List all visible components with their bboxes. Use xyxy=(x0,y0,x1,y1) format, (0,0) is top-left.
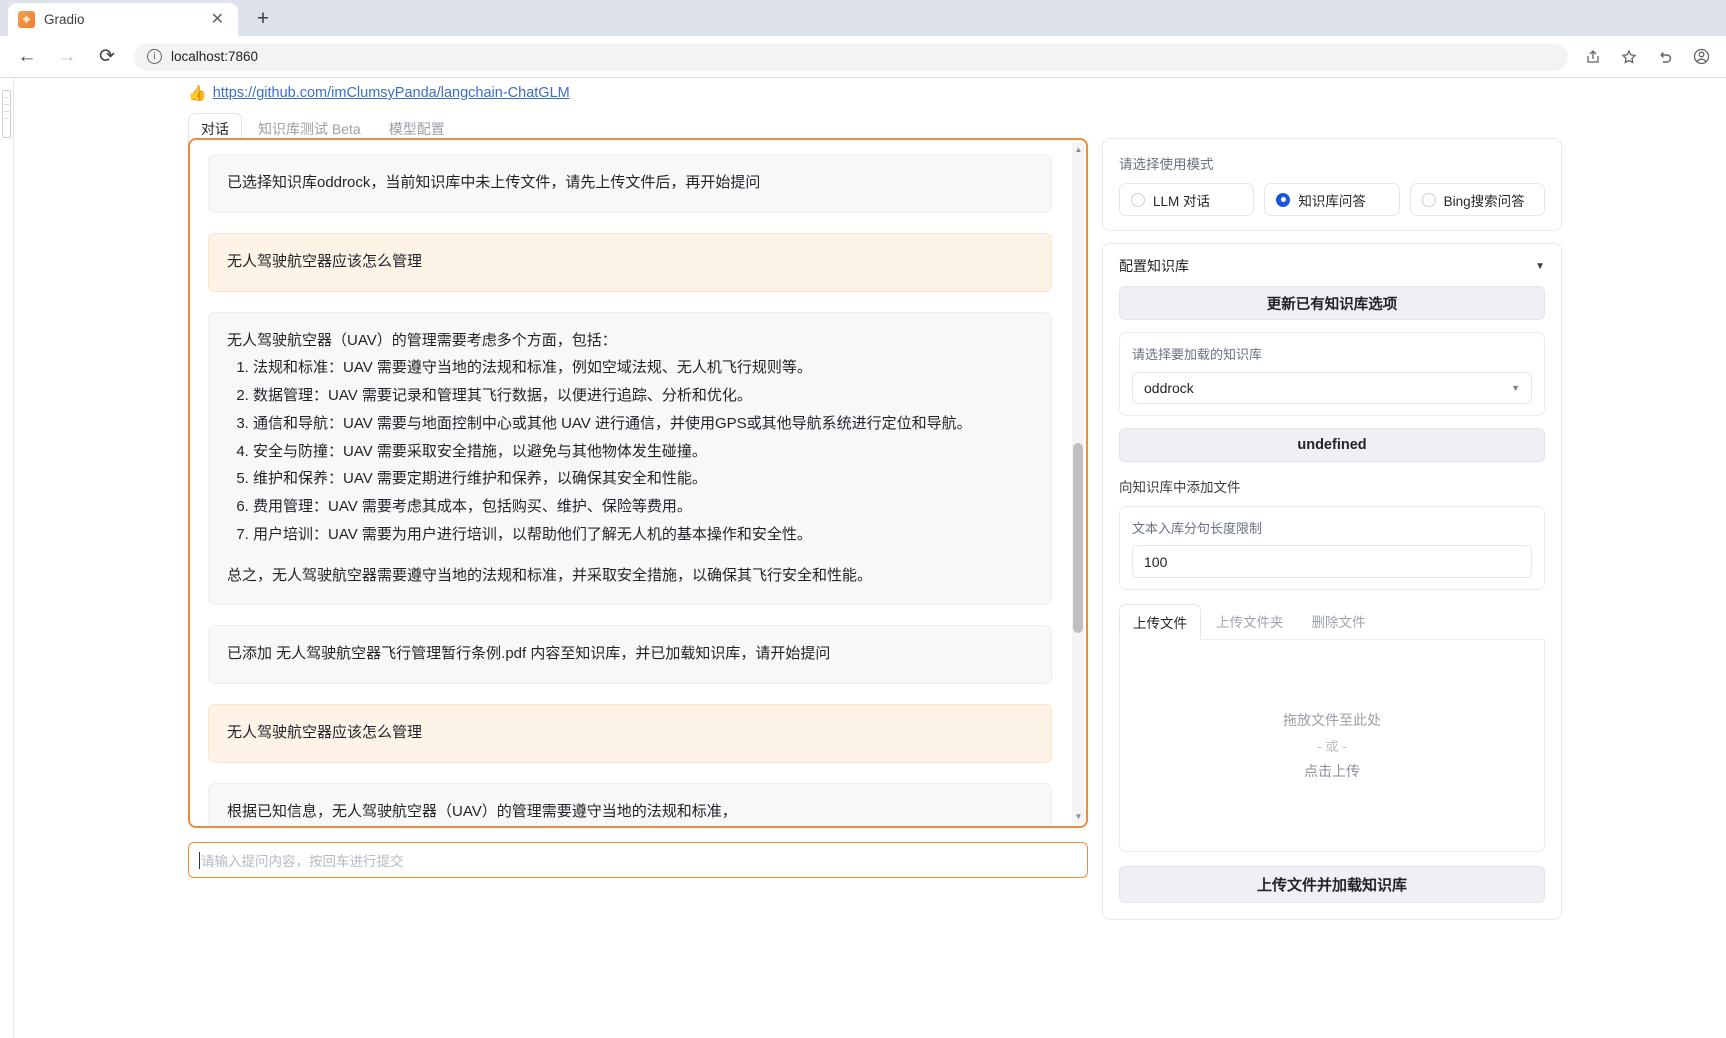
chat-message-bot: 已选择知识库oddrock，当前知识库中未上传文件，请先上传文件后，再开始提问 xyxy=(208,154,1052,213)
gradio-favicon-icon: ◈ xyxy=(18,11,35,28)
radio-label: Bing搜索问答 xyxy=(1443,193,1525,209)
undefined-button[interactable]: undefined xyxy=(1119,428,1545,462)
kb-config-panel: 配置知识库 ▼ 更新已有知识库选项 请选择要加载的知识库 oddrock ▼ u… xyxy=(1102,243,1562,920)
dropzone-or-text: - 或 - xyxy=(1317,739,1347,754)
list-item: 用户培训：UAV 需要为用户进行培训，以帮助他们了解无人机的基本操作和安全性。 xyxy=(253,523,1033,548)
list-item: 费用管理：UAV 需要考虑其成本，包括购买、维护、保险等费用。 xyxy=(253,495,1033,520)
chatbot-panel: 已选择知识库oddrock，当前知识库中未上传文件，请先上传文件后，再开始提问 … xyxy=(188,138,1088,828)
chat-message-list: 已选择知识库oddrock，当前知识库中未上传文件，请先上传文件后，再开始提问 … xyxy=(190,140,1070,826)
message-text: 无人驾驶航空器应该怎么管理 xyxy=(227,724,423,741)
chunk-length-input[interactable]: 100 xyxy=(1132,545,1532,578)
list-item: 维护和保养：UAV 需要定期进行维护和保养，以确保其安全和性能。 xyxy=(253,467,1033,492)
chat-input[interactable]: 请输入提问内容，按回车进行提交 xyxy=(188,842,1088,878)
radio-dot-icon xyxy=(1131,192,1145,207)
radio-label: 知识库问答 xyxy=(1298,193,1366,209)
chunk-length-label: 文本入库分句长度限制 xyxy=(1132,521,1263,536)
upload-tabs: 上传文件 上传文件夹 删除文件 xyxy=(1119,604,1545,640)
collapsed-panel-stub xyxy=(2,90,11,138)
radio-dot-icon xyxy=(1421,192,1436,207)
address-bar[interactable]: i localhost:7860 xyxy=(134,42,1568,71)
list-item: 法规和标准：UAV 需要遵守当地的法规和标准，例如空域法规、无人机飞行规则等。 xyxy=(253,356,1033,381)
gradio-app: 👍 https://github.com/imClumsyPanda/langc… xyxy=(180,78,1718,1038)
scroll-down-icon[interactable]: ▼ xyxy=(1074,812,1083,821)
chat-message-user: 无人驾驶航空器应该怎么管理 xyxy=(208,232,1052,292)
chevron-down-icon: ▼ xyxy=(1511,383,1520,393)
undo-icon[interactable] xyxy=(1654,46,1676,68)
kb-selected-value: oddrock xyxy=(1144,380,1194,396)
radio-llm-chat[interactable]: LLM 对话 xyxy=(1119,183,1255,216)
reload-icon[interactable]: ⟳ xyxy=(94,44,120,70)
message-intro: 无人驾驶航空器（UAV）的管理需要考虑多个方面，包括： xyxy=(227,331,617,349)
share-icon[interactable] xyxy=(1582,46,1604,68)
browser-window: ◈ Gradio ✕ + ← → ⟳ i localhost:7860 👍 ht… xyxy=(0,0,1726,1038)
address-bar-url: localhost:7860 xyxy=(171,49,259,64)
plus-icon[interactable]: + xyxy=(248,4,278,34)
browser-tab-title: Gradio xyxy=(44,12,85,27)
text-caret xyxy=(199,851,200,869)
github-link-row: 👍 https://github.com/imClumsyPanda/langc… xyxy=(180,78,1718,106)
list-item: 安全与防撞：UAV 需要采取安全措施，以避免与其他物体发生碰撞。 xyxy=(253,440,1033,465)
add-files-label: 向知识库中添加文件 xyxy=(1119,480,1241,495)
star-icon[interactable] xyxy=(1618,46,1640,68)
kb-config-header[interactable]: 配置知识库 ▼ xyxy=(1119,256,1545,276)
tab-upload-folder[interactable]: 上传文件夹 xyxy=(1203,604,1297,639)
kb-select-group: 请选择要加载的知识库 oddrock ▼ xyxy=(1119,332,1545,416)
kb-select-label: 请选择要加载的知识库 xyxy=(1132,347,1263,362)
arrow-right-icon[interactable]: → xyxy=(54,44,80,70)
chat-column: 已选择知识库oddrock，当前知识库中未上传文件，请先上传文件后，再开始提问 … xyxy=(188,138,1088,1038)
update-kb-button[interactable]: 更新已有知识库选项 xyxy=(1119,286,1545,320)
page-viewport: 👍 https://github.com/imClumsyPanda/langc… xyxy=(0,78,1726,1038)
tab-delete-file[interactable]: 删除文件 xyxy=(1299,604,1379,639)
chat-message-bot: 已添加 无人驾驶航空器飞行管理暂行条例.pdf 内容至知识库，并已加载知识库，请… xyxy=(208,625,1052,684)
thumbs-up-icon: 👍 xyxy=(188,85,207,102)
chunk-length-group: 文本入库分句长度限制 100 xyxy=(1119,506,1545,590)
mode-selector-panel: 请选择使用模式 LLM 对话 知识库问答 Bing搜索问答 xyxy=(1102,138,1562,231)
message-text: 无人驾驶航空器应该怎么管理 xyxy=(227,252,423,270)
arrow-left-icon[interactable]: ← xyxy=(14,44,40,70)
chat-input-placeholder: 请输入提问内容，按回车进行提交 xyxy=(201,854,404,869)
sidebar: 请选择使用模式 LLM 对话 知识库问答 Bing搜索问答 配置知识库 ▼ 更新… xyxy=(1102,138,1562,1038)
dropzone-click-upload[interactable]: 点击上传 xyxy=(1304,761,1360,781)
kb-select-dropdown[interactable]: oddrock ▼ xyxy=(1132,372,1532,404)
mode-radio-group: LLM 对话 知识库问答 Bing搜索问答 xyxy=(1119,183,1545,216)
main-layout: 已选择知识库oddrock，当前知识库中未上传文件，请先上传文件后，再开始提问 … xyxy=(188,138,1718,1038)
chat-message-user: 无人驾驶航空器应该怎么管理 xyxy=(208,704,1052,763)
toolbar-actions xyxy=(1582,46,1712,68)
close-icon[interactable]: ✕ xyxy=(207,11,228,28)
list-item: 数据管理：UAV 需要记录和管理其飞行数据，以便进行追踪、分析和优化。 xyxy=(253,384,1033,409)
kb-config-title: 配置知识库 xyxy=(1119,258,1189,274)
chat-scrollbar-thumb[interactable] xyxy=(1073,443,1083,633)
dropzone-main-text: 拖放文件至此处 xyxy=(1283,712,1381,728)
chat-message-bot: 无人驾驶航空器（UAV）的管理需要考虑多个方面，包括： 法规和标准：UAV 需要… xyxy=(208,311,1052,606)
chat-message-bot: 根据已知信息，无人驾驶航空器（UAV）的管理需要遵守当地的法规和标准， ▶ 出处… xyxy=(208,782,1052,826)
chevron-down-icon[interactable]: ▼ xyxy=(1535,261,1545,272)
github-repo-link[interactable]: https://github.com/imClumsyPanda/langcha… xyxy=(213,85,570,101)
message-numbered-list: 法规和标准：UAV 需要遵守当地的法规和标准，例如空域法规、无人机飞行规则等。 … xyxy=(227,356,1033,547)
browser-tabstrip: ◈ Gradio ✕ + xyxy=(0,0,1726,36)
radio-bing-qa[interactable]: Bing搜索问答 xyxy=(1409,183,1545,216)
browser-toolbar: ← → ⟳ i localhost:7860 xyxy=(0,36,1726,78)
tab-upload-file[interactable]: 上传文件 xyxy=(1119,604,1201,640)
list-item: 通信和导航：UAV 需要与地面控制中心或其他 UAV 进行通信，并使用GPS或其… xyxy=(253,412,1033,437)
radio-dot-selected-icon xyxy=(1276,192,1291,207)
scroll-up-icon[interactable]: ▲ xyxy=(1074,145,1083,154)
message-text: 已添加 无人驾驶航空器飞行管理暂行条例.pdf 内容至知识库，并已加载知识库，请… xyxy=(227,645,831,663)
message-text: 根据已知信息，无人驾驶航空器（UAV）的管理需要遵守当地的法规和标准， xyxy=(227,802,737,820)
radio-kb-qa[interactable]: 知识库问答 xyxy=(1264,183,1400,216)
message-text: 已选择知识库oddrock，当前知识库中未上传文件，请先上传文件后，再开始提问 xyxy=(227,174,761,191)
page-left-gutter xyxy=(0,78,14,1038)
browser-tab[interactable]: ◈ Gradio ✕ xyxy=(8,3,238,36)
mode-selector-label: 请选择使用模式 xyxy=(1119,157,1214,172)
radio-label: LLM 对话 xyxy=(1153,193,1211,209)
profile-circle-icon[interactable] xyxy=(1690,46,1712,68)
info-circle-icon[interactable]: i xyxy=(147,49,162,64)
file-dropzone[interactable]: 拖放文件至此处 - 或 - 点击上传 xyxy=(1119,640,1545,852)
message-summary: 总之，无人驾驶航空器需要遵守当地的法规和标准，并采取安全措施，以确保其飞行安全和… xyxy=(227,566,873,584)
upload-and-load-kb-button[interactable]: 上传文件并加载知识库 xyxy=(1119,866,1545,903)
chat-scrollbar[interactable]: ▲ ▼ xyxy=(1072,143,1084,823)
